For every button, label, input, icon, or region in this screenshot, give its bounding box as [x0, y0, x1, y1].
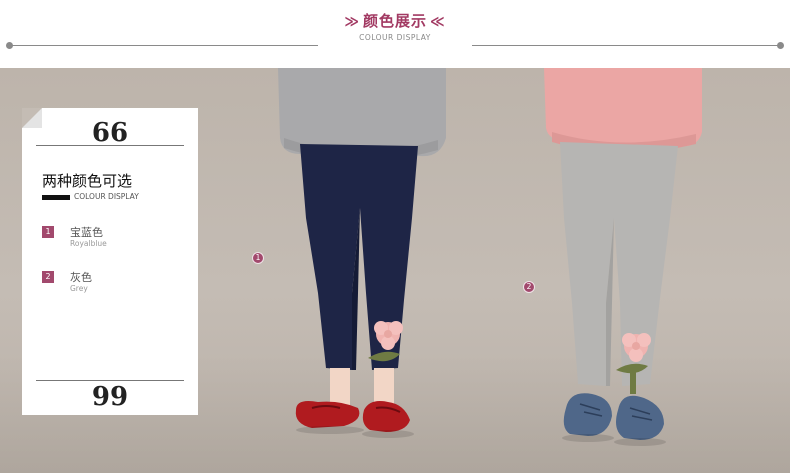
- heading-bar: [42, 195, 70, 200]
- color-marker-2: 2: [523, 281, 535, 293]
- color-marker-1: 1: [252, 252, 264, 264]
- color-option-name-en: Royalblue: [70, 239, 107, 248]
- section-title: ≫ 颜色展示 ≪: [318, 10, 472, 33]
- color-option-name-cn: 宝蓝色: [70, 226, 103, 239]
- section-title-text: 颜色展示: [362, 12, 427, 30]
- chevron-left-icon: ≪: [430, 14, 446, 30]
- card-heading-en: COLOUR DISPLAY: [74, 192, 139, 201]
- open-quote-icon: 66: [91, 118, 129, 148]
- section-header: ≫ 颜色展示 ≪ COLOUR DISPLAY: [0, 0, 790, 68]
- model-grey: [544, 68, 702, 446]
- color-option-name-en: Grey: [70, 284, 88, 293]
- color-option-number: 1: [42, 226, 54, 238]
- color-info-card: 66 两种颜色可选 COLOUR DISPLAY 1 宝蓝色 Royalblue…: [22, 108, 198, 415]
- chevron-right-icon: ≫: [344, 14, 360, 30]
- card-divider-top: [36, 145, 184, 146]
- product-photo: 1 2 66 两种颜色可选 COLOUR DISPLAY 1 宝蓝色 Royal…: [0, 68, 790, 473]
- model-royalblue: [278, 68, 446, 438]
- header-title-block: ≫ 颜色展示 ≪ COLOUR DISPLAY: [318, 10, 472, 52]
- section-subtitle: COLOUR DISPLAY: [359, 33, 431, 42]
- divider-dot-left: [6, 42, 13, 49]
- card-heading: 两种颜色可选: [42, 172, 133, 190]
- color-option-number: 2: [42, 271, 54, 283]
- divider-dot-right: [777, 42, 784, 49]
- close-quote-icon: 99: [91, 382, 129, 412]
- card-divider-bottom: [36, 380, 184, 381]
- color-option-name-cn: 灰色: [70, 271, 92, 284]
